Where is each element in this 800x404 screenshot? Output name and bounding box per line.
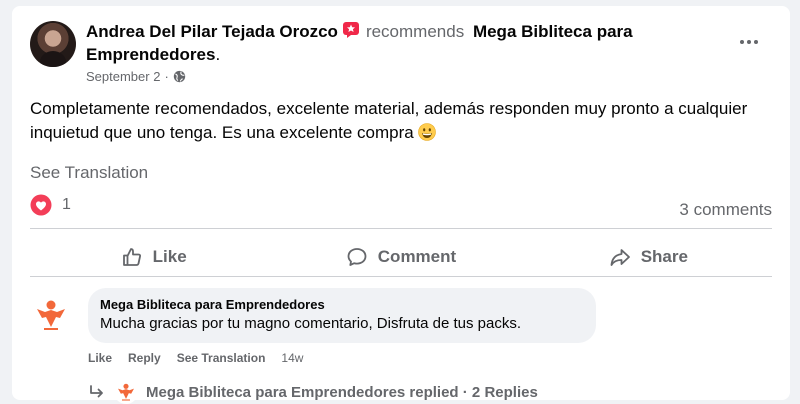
like-label: Like [152,247,187,266]
reaction-summary[interactable]: 1 [30,194,71,216]
author-name[interactable]: Andrea Del Pilar Tejada Orozco [86,22,338,41]
comment-label: Comment [377,247,457,266]
author-avatar[interactable] [30,21,76,67]
more-options-icon[interactable] [734,32,764,52]
see-translation-link[interactable]: See Translation [30,163,148,183]
share-label: Share [640,247,688,266]
page-logo-small-avatar [114,380,138,404]
share-button[interactable]: Share [525,236,772,278]
comment-see-translation-link[interactable]: See Translation [177,351,266,365]
divider-bottom [30,276,772,277]
meta-separator: · [164,69,169,84]
comment-button[interactable]: Comment [277,236,524,278]
comment-text: Mucha gracias por tu magno comentario, D… [100,315,522,332]
comment-author[interactable]: Mega Bibliteca para Emprendedores [100,296,584,313]
recommends-label: recommends [365,22,465,41]
comment-reply-link[interactable]: Reply [128,351,161,365]
post-body: Completamente recomendados, excelente ma… [30,97,780,145]
post-card: Andrea Del Pilar Tejada Orozco recommend… [12,6,790,404]
post-action-bar: Like Comment Share [30,236,772,278]
comment-actions: Like Reply See Translation 14w [88,351,303,365]
thumbs-up-icon [122,248,141,266]
comment-timestamp[interactable]: 14w [281,351,303,365]
post-body-text: Completamente recomendados, excelente ma… [30,99,748,142]
replies-text: Mega Bibliteca para Emprendedores replie… [146,383,538,401]
post-header: Andrea Del Pilar Tejada Orozco recommend… [30,18,772,88]
divider-top [30,228,772,229]
view-replies-link[interactable]: Mega Bibliteca para Emprendedores replie… [88,380,538,404]
page-logo-avatar[interactable] [30,294,72,336]
comment-bubble-icon [347,248,367,266]
reaction-count: 1 [62,196,71,213]
comment-bubble: Mega Bibliteca para Emprendedores Mucha … [88,288,596,343]
recommend-badge-icon [342,22,359,38]
post-meta: September 2 · [86,69,706,84]
like-button[interactable]: Like [30,236,277,278]
love-reaction-icon [30,194,52,216]
share-arrow-icon [610,249,630,266]
comments-count[interactable]: 3 comments [679,200,772,220]
post-header-text: Andrea Del Pilar Tejada Orozco recommend… [86,20,706,84]
comment-like-link[interactable]: Like [88,351,112,365]
post-title-line: Andrea Del Pilar Tejada Orozco recommend… [86,20,706,66]
reply-arrow-icon [90,385,103,398]
globe-icon [173,70,185,83]
post-date[interactable]: September 2 [86,69,160,84]
page-suffix: . [215,45,221,64]
grinning-face-emoji [418,123,437,141]
